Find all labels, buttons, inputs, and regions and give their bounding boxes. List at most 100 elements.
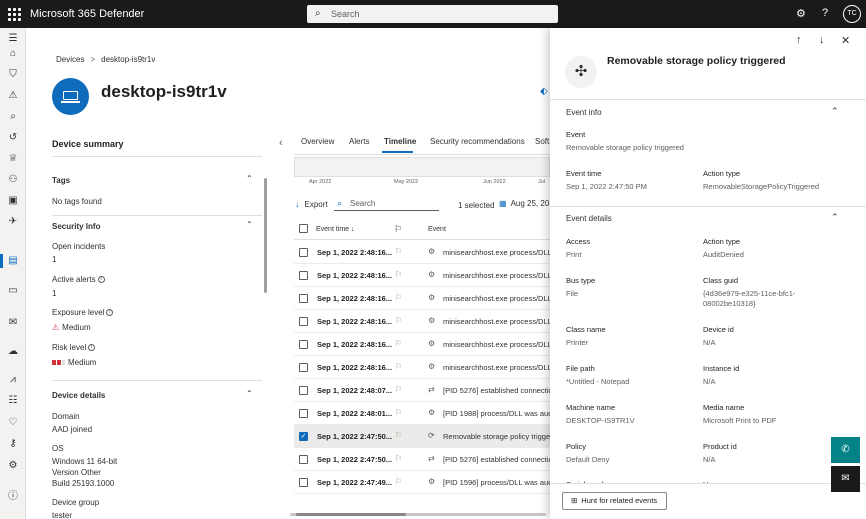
actions-icon[interactable]: ↺ bbox=[6, 131, 20, 145]
active-alerts-label: Active alerts i bbox=[52, 275, 105, 284]
tab-overview[interactable]: Overview bbox=[301, 137, 334, 146]
row-checkbox[interactable] bbox=[299, 317, 308, 326]
more-info-icon[interactable]: ⓘ bbox=[6, 490, 20, 504]
trophy-icon[interactable]: ♕ bbox=[6, 152, 20, 166]
row-checkbox[interactable] bbox=[299, 340, 308, 349]
breadcrumb-devices[interactable]: Devices bbox=[56, 55, 84, 64]
reports-icon[interactable]: ⩘ bbox=[6, 373, 20, 387]
user-avatar[interactable]: TC bbox=[843, 5, 861, 23]
chevron-up-icon[interactable]: ⌃ bbox=[246, 220, 253, 229]
divider bbox=[52, 380, 262, 381]
panel-title: Removable storage policy triggered bbox=[607, 55, 786, 67]
open-incidents-value[interactable]: 1 bbox=[52, 255, 56, 264]
flag-icon[interactable]: ⚐ bbox=[395, 477, 402, 486]
timeline-search-input[interactable]: ⌕ Search bbox=[334, 196, 439, 211]
table-row[interactable]: Sep 1, 2022 2:48:16... ⚐ ⚙ minisearchhost.e… bbox=[294, 241, 550, 264]
flag-icon[interactable]: ⚐ bbox=[395, 454, 402, 463]
app-title[interactable]: Microsoft 365 Defender bbox=[30, 8, 144, 20]
select-all-checkbox[interactable] bbox=[299, 224, 308, 233]
campaigns-icon[interactable]: ✈ bbox=[6, 215, 20, 229]
help-icon[interactable]: ? bbox=[822, 7, 828, 19]
chevron-up-icon[interactable]: ⌃ bbox=[246, 174, 253, 183]
waffle-icon[interactable] bbox=[6, 6, 22, 22]
flag-icon[interactable]: ⚐ bbox=[395, 270, 402, 279]
row-checkbox[interactable] bbox=[299, 478, 308, 487]
table-row[interactable]: Sep 1, 2022 2:48:16... ⚐ ⚙ minisearchhost.e… bbox=[294, 287, 550, 310]
chevron-up-icon[interactable]: ⌃ bbox=[831, 106, 839, 117]
table-row[interactable]: ✓ Sep 1, 2022 2:47:50... ⚐ ⟳ Removable stora… bbox=[294, 425, 550, 448]
chevron-up-icon[interactable]: ⌃ bbox=[246, 389, 253, 398]
flag-icon[interactable]: ⚐ bbox=[395, 247, 402, 256]
partners-icon[interactable]: ⚇ bbox=[6, 173, 20, 187]
table-row[interactable]: Sep 1, 2022 2:47:49... ⚐ ⚙ [PID 1596] proce… bbox=[294, 471, 550, 494]
health-icon[interactable]: ♡ bbox=[6, 416, 20, 430]
info-icon[interactable]: i bbox=[97, 276, 105, 284]
flag-icon[interactable]: ⚐ bbox=[395, 362, 402, 371]
timeline-horizontal-scrollbar[interactable] bbox=[290, 513, 546, 516]
row-checkbox[interactable] bbox=[299, 294, 308, 303]
info-icon[interactable]: i bbox=[88, 344, 96, 352]
row-checkbox[interactable] bbox=[299, 363, 308, 372]
table-row[interactable]: Sep 1, 2022 2:48:01... ⚐ ⚙ [PID 1988] proce… bbox=[294, 402, 550, 425]
timeline-histogram[interactable] bbox=[294, 157, 550, 177]
row-checkbox[interactable] bbox=[299, 455, 308, 464]
shield-icon[interactable]: ⛉ bbox=[6, 68, 20, 82]
risk-level-text: Medium bbox=[68, 358, 97, 367]
flag-icon[interactable]: ⚐ bbox=[395, 408, 402, 417]
export-button[interactable]: ↓ Export bbox=[295, 199, 328, 209]
collapse-summary-icon[interactable]: ‹ bbox=[279, 137, 283, 149]
row-checkbox[interactable] bbox=[299, 271, 308, 280]
table-row[interactable]: Sep 1, 2022 2:48:16... ⚐ ⚙ minisearchhost.e… bbox=[294, 333, 550, 356]
row-checkbox[interactable] bbox=[299, 248, 308, 257]
table-row[interactable]: Sep 1, 2022 2:48:16... ⚐ ⚙ minisearchhost.e… bbox=[294, 310, 550, 333]
policy-value: Default Deny bbox=[566, 455, 610, 464]
feedback-button[interactable]: ✉ bbox=[831, 466, 860, 492]
row-checkbox[interactable] bbox=[299, 409, 308, 418]
flag-icon[interactable]: ⚐ bbox=[395, 316, 402, 325]
cloud-icon[interactable]: ☁ bbox=[6, 345, 20, 359]
column-event-time[interactable]: Event time ↓ bbox=[316, 226, 355, 233]
flag-icon[interactable]: ⚐ bbox=[395, 385, 402, 394]
flag-icon[interactable]: ⚐ bbox=[395, 339, 402, 348]
hunting-icon[interactable]: ⌕ bbox=[6, 110, 20, 124]
email-icon[interactable]: ✉ bbox=[6, 316, 20, 330]
chevron-up-icon[interactable]: ⌃ bbox=[831, 212, 839, 223]
permissions-icon[interactable]: ⚷ bbox=[6, 437, 20, 451]
settings-icon[interactable]: ⚙ bbox=[6, 459, 20, 473]
tab-timeline[interactable]: Timeline bbox=[384, 137, 416, 146]
hunt-related-events-button[interactable]: ⊞ Hunt for related events bbox=[562, 492, 668, 510]
tab-software[interactable]: Soft bbox=[535, 137, 549, 146]
assistant-button[interactable]: ✆ bbox=[831, 437, 860, 463]
arrow-up-icon[interactable]: ↑ bbox=[796, 34, 802, 46]
audit-icon[interactable]: ☷ bbox=[6, 394, 20, 408]
tab-alerts[interactable]: Alerts bbox=[349, 137, 369, 146]
learning-icon[interactable]: ▣ bbox=[6, 194, 20, 208]
tag-icon[interactable]: ⬖ bbox=[540, 86, 548, 97]
active-alerts-value[interactable]: 1 bbox=[52, 289, 56, 298]
column-event[interactable]: Event bbox=[428, 226, 446, 233]
home-icon[interactable]: ⌂ bbox=[6, 47, 20, 61]
flag-icon[interactable]: ⚐ bbox=[395, 293, 402, 302]
devices-icon[interactable]: ▭ bbox=[6, 284, 20, 298]
table-row[interactable]: Sep 1, 2022 2:48:07... ⚐ ⇄ [PID 5276] estab… bbox=[294, 379, 550, 402]
summary-scrollbar[interactable] bbox=[264, 178, 267, 293]
date-range-filter[interactable]: ▦ Aug 25, 20 bbox=[499, 199, 549, 208]
flag-icon[interactable]: ⚐ bbox=[394, 224, 402, 235]
row-checkbox[interactable] bbox=[299, 386, 308, 395]
row-checkbox[interactable]: ✓ bbox=[299, 432, 308, 441]
gear-icon[interactable]: ⚙ bbox=[796, 7, 806, 20]
scrollbar-thumb[interactable] bbox=[296, 513, 406, 516]
flag-icon[interactable]: ⚐ bbox=[395, 431, 402, 440]
table-row[interactable]: Sep 1, 2022 2:47:50... ⚐ ⇄ [PID 5276] estab… bbox=[294, 448, 550, 471]
menu-icon[interactable]: ☰ bbox=[6, 32, 20, 46]
class-guid-line-2: 08002be10318} bbox=[703, 299, 756, 308]
assets-icon[interactable]: ▤ bbox=[6, 254, 20, 268]
table-row[interactable]: Sep 1, 2022 2:48:16... ⚐ ⚙ minisearchhost.e… bbox=[294, 356, 550, 379]
table-row[interactable]: Sep 1, 2022 2:48:16... ⚐ ⚙ minisearchhost.e… bbox=[294, 264, 550, 287]
arrow-down-icon[interactable]: ↓ bbox=[819, 34, 825, 46]
global-search-input[interactable]: ⌕ Search bbox=[307, 5, 558, 23]
close-icon[interactable]: ✕ bbox=[841, 34, 850, 47]
info-icon[interactable]: i bbox=[106, 309, 114, 317]
tab-security-recommendations[interactable]: Security recommendations bbox=[430, 137, 525, 146]
incidents-icon[interactable]: ⚠ bbox=[6, 89, 20, 103]
